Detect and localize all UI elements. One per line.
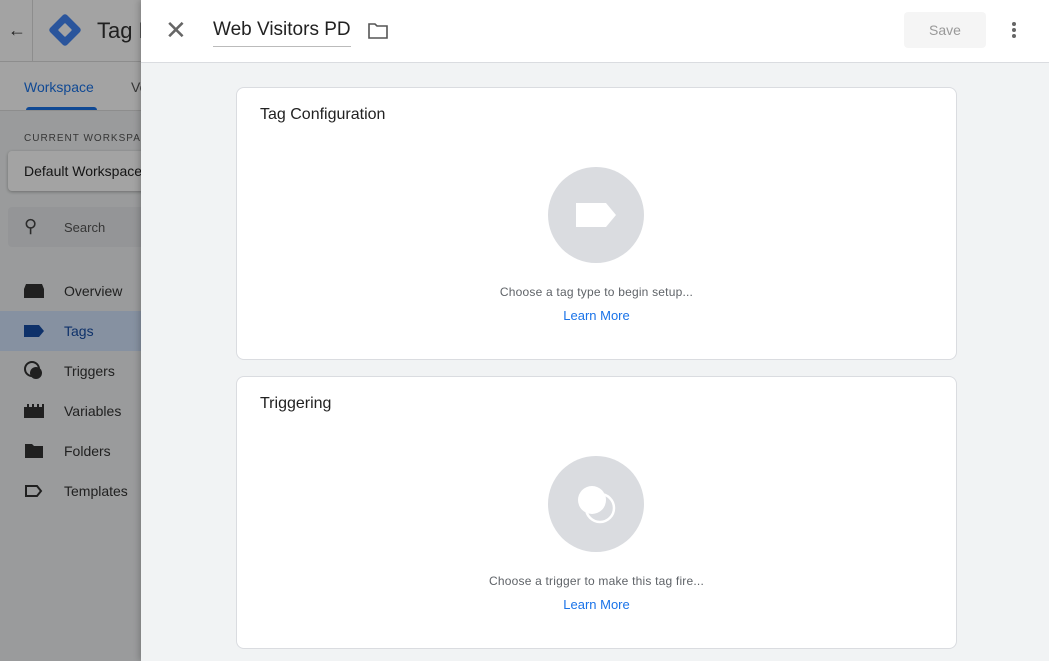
tag-icon [576,203,616,227]
tag-configuration-card[interactable]: Tag Configuration Choose a tag type to b… [236,87,957,360]
card-hint: Choose a trigger to make this tag fire..… [489,574,704,588]
save-button[interactable]: Save [904,12,986,48]
choose-trigger-button[interactable] [548,456,644,552]
card-title: Tag Configuration [260,106,386,123]
card-hint: Choose a tag type to begin setup... [499,285,694,299]
more-vert-icon[interactable] [1004,20,1024,40]
tag-editor-panel: ✕ Web Visitors PD Save Tag Configuration… [141,0,1049,661]
learn-more-link[interactable]: Learn More [563,597,629,612]
panel-header: ✕ Web Visitors PD Save [141,0,1049,63]
tag-name-input[interactable]: Web Visitors PD [213,19,351,47]
folder-icon[interactable] [368,23,388,39]
close-icon[interactable]: ✕ [165,16,187,44]
learn-more-link[interactable]: Learn More [563,308,629,323]
modal-scrim[interactable] [0,0,141,661]
triggering-card[interactable]: Triggering Choose a trigger to make this… [236,376,957,649]
choose-tag-type-button[interactable] [548,167,644,263]
card-title: Triggering [260,395,332,412]
trigger-icon [578,486,616,524]
